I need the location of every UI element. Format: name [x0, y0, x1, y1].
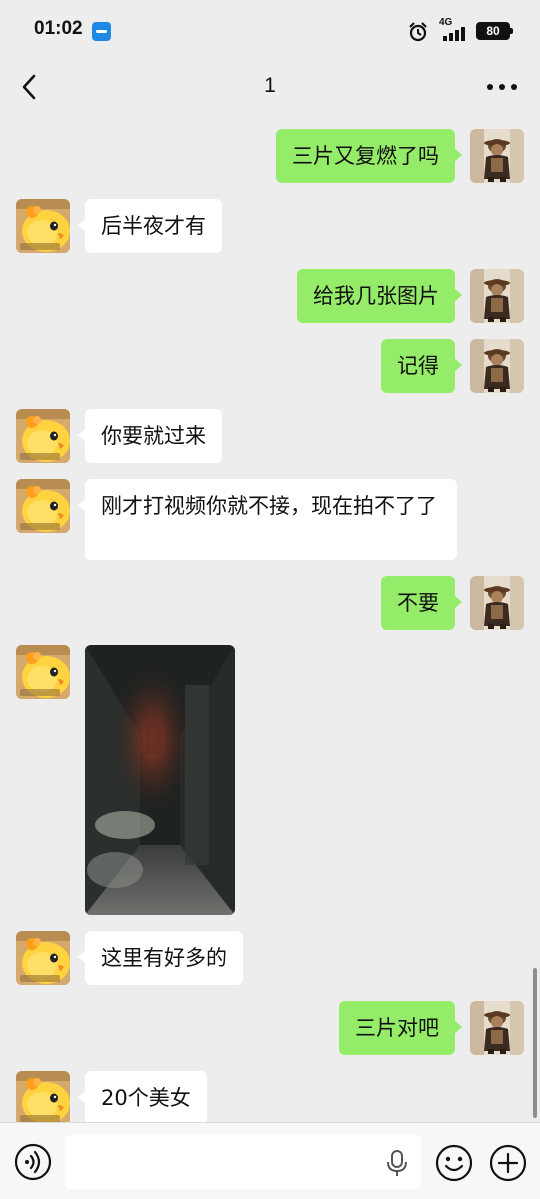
- sent-message[interactable]: 记得: [381, 339, 462, 393]
- mic-icon[interactable]: [384, 1149, 410, 1177]
- contact-avatar[interactable]: [16, 479, 70, 533]
- plus-icon[interactable]: [488, 1143, 528, 1183]
- sent-message[interactable]: 不要: [381, 576, 462, 630]
- contact-avatar[interactable]: [16, 1071, 70, 1122]
- emoji-icon[interactable]: [434, 1143, 474, 1183]
- received-message[interactable]: 20个美女: [78, 1071, 207, 1122]
- alley-photo: [85, 645, 235, 915]
- voice-icon[interactable]: [14, 1143, 52, 1181]
- sent-message[interactable]: 三片对吧: [339, 1001, 462, 1055]
- received-message[interactable]: 这里有好多的: [78, 931, 243, 985]
- contact-avatar[interactable]: [16, 199, 70, 253]
- scrollbar-thumb[interactable]: [533, 968, 537, 1118]
- message-list[interactable]: 三片又复燃了吗 后半夜才有 给我几张图片 记得 你要就过来 刚才打视频你就不接，…: [0, 0, 540, 1122]
- input-bar: [0, 1122, 540, 1199]
- sent-message[interactable]: 给我几张图片: [297, 269, 462, 323]
- received-message[interactable]: 后半夜才有: [78, 199, 222, 253]
- received-message[interactable]: 刚才打视频你就不接，现在拍不了了: [78, 479, 457, 560]
- sent-message[interactable]: 三片又复燃了吗: [276, 129, 462, 183]
- my-avatar[interactable]: [470, 269, 524, 323]
- my-avatar[interactable]: [470, 1001, 524, 1055]
- my-avatar[interactable]: [470, 339, 524, 393]
- contact-avatar[interactable]: [16, 931, 70, 985]
- image-message[interactable]: [85, 645, 235, 915]
- contact-avatar[interactable]: [16, 645, 70, 699]
- my-avatar[interactable]: [470, 129, 524, 183]
- contact-avatar[interactable]: [16, 409, 70, 463]
- received-message[interactable]: 你要就过来: [78, 409, 222, 463]
- my-avatar[interactable]: [470, 576, 524, 630]
- message-input[interactable]: [65, 1135, 421, 1189]
